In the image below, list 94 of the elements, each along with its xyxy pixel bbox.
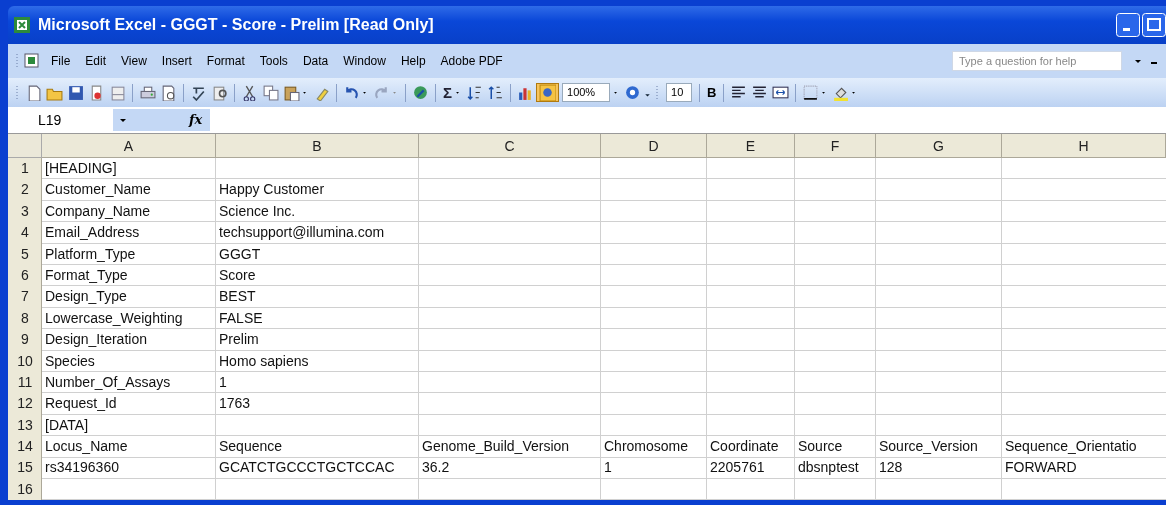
row-header[interactable]: 12 [17, 395, 33, 412]
table-cell: dbsnptest [798, 459, 859, 476]
table-cell: GGGT [219, 245, 261, 262]
font-size-dropdown[interactable]: 10 [666, 83, 692, 102]
table-cell: Prelim [219, 331, 259, 348]
menu-item[interactable]: View [121, 54, 147, 68]
menu-item[interactable]: Insert [161, 54, 192, 68]
table-cell: FALSE [219, 309, 263, 326]
help-search-field[interactable]: Type a question for help [952, 51, 1122, 71]
table-cell: Genome_Build_Version [422, 438, 570, 455]
table-cell: Format_Type [45, 266, 128, 283]
table-cell: Design_Type [45, 288, 127, 305]
table-cell: Locus_Name [45, 438, 128, 455]
table-cell: 1763 [219, 395, 251, 412]
maximize-button[interactable] [1142, 13, 1166, 37]
row-header[interactable]: 13 [17, 416, 33, 433]
row-header[interactable]: 7 [21, 288, 29, 305]
row-header[interactable]: 14 [17, 438, 33, 455]
table-cell: Lowercase_Weighting [45, 309, 183, 326]
table-cell: Company_Name [45, 202, 151, 219]
table-cell: Sequence_Orientatio [1005, 438, 1137, 455]
row-header[interactable]: 15 [17, 459, 33, 476]
table-cell: techsupport@illumina.com [219, 224, 385, 241]
table-cell: [DATA] [45, 416, 89, 433]
table-cell: Email_Address [45, 224, 140, 241]
copy-icon[interactable] [260, 84, 281, 101]
row-header[interactable]: 4 [21, 224, 29, 241]
table-cell: Request_Id [45, 395, 117, 412]
table-cell: 1 [219, 373, 227, 390]
name-box[interactable]: L19 [8, 112, 113, 128]
window-title: Microsoft Excel - GGGT - Score - Prelim [Read Only] [38, 16, 434, 34]
table-cell: Platform_Type [45, 245, 136, 262]
autosum-button[interactable]: Σ [440, 84, 455, 101]
table-cell: Science Inc. [219, 202, 296, 219]
table-cell: Customer_Name [45, 181, 151, 198]
table-cell: Species [45, 352, 95, 369]
column-header[interactable]: A [42, 134, 216, 158]
table-cell: Source [798, 438, 843, 455]
table-cell: Design_Iteration [45, 331, 147, 348]
table-cell: 2205761 [710, 459, 765, 476]
menu-item[interactable]: Window [343, 54, 386, 68]
table-cell: Number_Of_Assays [45, 373, 171, 390]
paste-icon[interactable] [281, 84, 302, 101]
column-header[interactable]: D [601, 134, 707, 158]
table-cell: Sequence [219, 438, 283, 455]
table-cell: Score [219, 266, 256, 283]
menu-item[interactable]: Adobe PDF [440, 54, 503, 68]
dropdown-caret-icon[interactable] [1134, 57, 1142, 65]
table-cell: 128 [879, 459, 903, 476]
merge-center-icon[interactable] [770, 84, 792, 101]
table-cell: GCATCTGCCCTGCTCCAC [219, 459, 395, 476]
table-cell: Happy Customer [219, 181, 325, 198]
menu-item[interactable]: Edit [85, 54, 107, 68]
document-icon[interactable] [23, 52, 41, 70]
column-header[interactable]: H [1002, 134, 1166, 158]
table-cell: Coordinate [710, 438, 779, 455]
row-header[interactable]: 2 [21, 181, 29, 198]
row-header[interactable]: 3 [21, 202, 29, 219]
column-header[interactable]: E [707, 134, 795, 158]
row-header[interactable]: 11 [17, 373, 33, 390]
table-cell: FORWARD [1005, 459, 1077, 476]
row-header[interactable]: 9 [21, 331, 29, 348]
column-header[interactable]: C [419, 134, 601, 158]
row-header[interactable]: 8 [21, 309, 29, 326]
menu-item[interactable]: Help [400, 54, 426, 68]
table-cell: Source_Version [879, 438, 978, 455]
row-header[interactable]: 10 [17, 352, 33, 369]
table-cell: Homo sapiens [219, 352, 309, 369]
drawing-icon[interactable] [536, 83, 559, 102]
grip-icon [16, 53, 19, 69]
table-cell: 1 [604, 459, 612, 476]
row-header[interactable]: 1 [21, 160, 29, 176]
table-cell: [HEADING] [45, 160, 117, 176]
row-header[interactable]: 5 [21, 245, 29, 262]
print-icon[interactable] [137, 84, 158, 101]
menu-item[interactable]: Format [206, 54, 245, 68]
column-header[interactable]: F [795, 134, 876, 158]
insert-function-button[interactable]: fx [181, 109, 211, 131]
table-cell: rs34196360 [45, 459, 119, 476]
spreadsheet-app-icon [14, 17, 30, 33]
dropdown-caret-icon[interactable] [119, 116, 127, 124]
menu-item[interactable]: Data [302, 54, 329, 68]
column-header[interactable]: B [216, 134, 419, 158]
row-header[interactable]: 6 [21, 266, 29, 283]
menu-item[interactable]: File [51, 54, 71, 68]
table-cell: BEST [219, 288, 256, 305]
minimize-button[interactable] [1116, 13, 1140, 37]
menu-item[interactable]: Tools [259, 54, 288, 68]
bold-button[interactable]: B [704, 85, 720, 100]
table-cell: Chromosome [604, 438, 689, 455]
row-header[interactable]: 16 [17, 480, 33, 497]
table-cell: 36.2 [422, 459, 450, 476]
column-header[interactable]: G [876, 134, 1002, 158]
zoom-dropdown[interactable]: 100% [562, 83, 610, 102]
